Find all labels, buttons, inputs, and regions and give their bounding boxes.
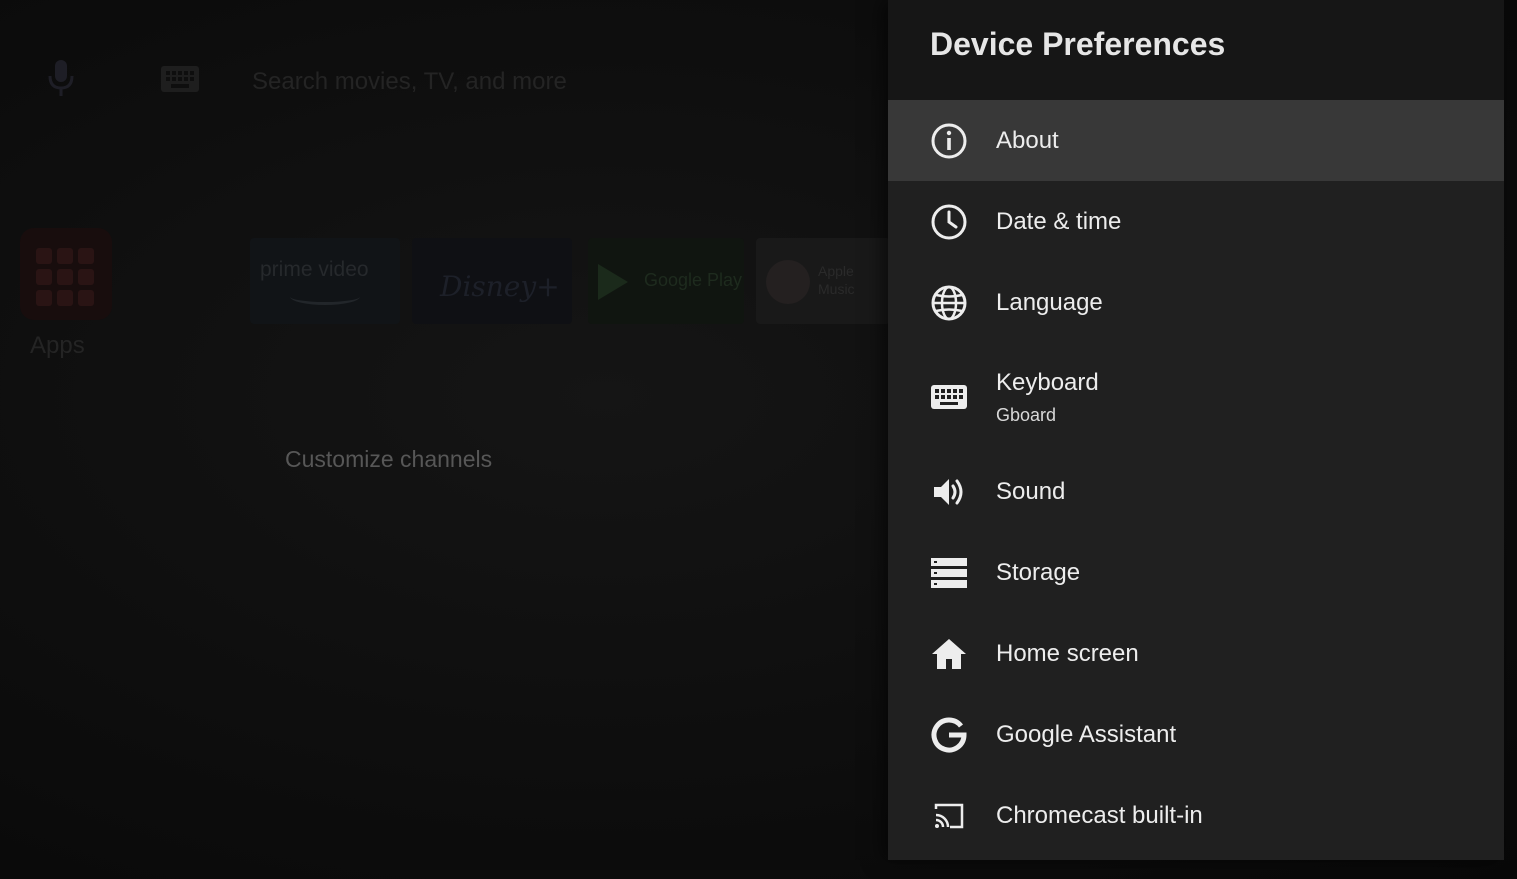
google-g-icon	[930, 716, 968, 754]
menu-item-storage[interactable]: Storage	[888, 532, 1504, 613]
menu-item-label: Google Assistant	[996, 720, 1177, 748]
menu-item-label: Home screen	[996, 639, 1139, 667]
prime-video-tile[interactable]: prime video	[250, 238, 400, 324]
menu-item-date-time[interactable]: Date & time	[888, 181, 1504, 262]
preferences-menu: About Date & time Language Keyboard Gboa…	[888, 100, 1504, 856]
menu-item-about[interactable]: About	[888, 100, 1504, 181]
menu-item-google-assistant[interactable]: Google Assistant	[888, 694, 1504, 775]
menu-item-label: About	[996, 126, 1059, 154]
menu-item-label: Storage	[996, 558, 1081, 586]
menu-item-label: Sound	[996, 477, 1066, 505]
menu-item-label: Keyboard	[996, 368, 1099, 396]
disney-plus-tile[interactable]: Disney+	[412, 238, 572, 324]
apple-music-tile[interactable]: Apple Music	[756, 238, 890, 324]
info-icon	[930, 122, 968, 160]
apple-music-logo-text: Apple Music	[818, 263, 855, 297]
menu-item-label: Language	[996, 288, 1103, 316]
home-icon	[930, 635, 968, 673]
apps-button[interactable]	[20, 228, 112, 320]
speaker-icon	[930, 473, 968, 511]
keyboard-search-icon[interactable]	[160, 64, 200, 94]
music-app-icon	[766, 260, 810, 304]
prime-video-logo-text: prime video	[260, 258, 369, 281]
menu-item-sublabel: Gboard	[996, 404, 1057, 425]
menu-item-home-screen[interactable]: Home screen	[888, 613, 1504, 694]
play-store-icon	[598, 264, 628, 300]
customize-channels-button[interactable]: Customize channels	[285, 446, 492, 473]
apps-grid-icon	[36, 248, 94, 306]
tv-screen: Search movies, TV, and more Apps prime v…	[0, 0, 1517, 879]
menu-item-keyboard[interactable]: Keyboard Gboard	[888, 343, 1504, 451]
globe-icon	[930, 284, 968, 322]
menu-item-chromecast[interactable]: Chromecast built-in	[888, 775, 1504, 856]
cast-icon	[930, 797, 968, 835]
google-play-logo-text: Google Play	[644, 270, 743, 290]
panel-header: Device Preferences	[888, 0, 1504, 100]
panel-title: Device Preferences	[930, 26, 1226, 62]
keyboard-icon	[930, 378, 968, 416]
storage-icon	[930, 554, 968, 592]
menu-item-label: Chromecast built-in	[996, 801, 1203, 829]
google-play-tile[interactable]: Google Play	[588, 238, 744, 324]
menu-item-sound[interactable]: Sound	[888, 451, 1504, 532]
search-input[interactable]: Search movies, TV, and more	[252, 68, 567, 96]
prime-smile-icon	[290, 288, 360, 305]
menu-item-label: Date & time	[996, 207, 1122, 235]
microphone-icon[interactable]	[46, 58, 76, 98]
menu-item-language[interactable]: Language	[888, 262, 1504, 343]
device-preferences-panel: Device Preferences About Date & time Lan…	[888, 0, 1504, 860]
home-screen-background: Search movies, TV, and more Apps prime v…	[0, 0, 890, 879]
clock-icon	[930, 203, 968, 241]
disney-plus-logo-text: Disney+	[440, 270, 560, 303]
apps-label: Apps	[30, 332, 85, 359]
